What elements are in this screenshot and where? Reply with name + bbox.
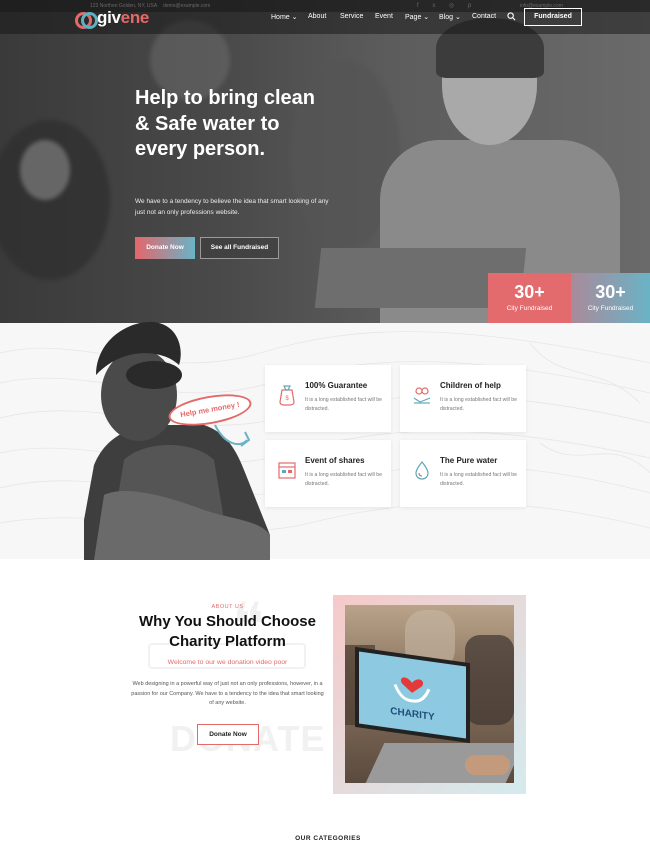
stat-box: 30+ City Fundraised: [488, 273, 571, 323]
about-text: Web designing in a powerful way of just …: [131, 681, 324, 706]
hand: [465, 755, 510, 775]
nav-item-home[interactable]: Home ⌄: [271, 13, 298, 21]
nav-item-service[interactable]: Service: [340, 13, 363, 20]
card-title: The Pure water: [440, 456, 498, 465]
calendar-icon: [278, 462, 296, 479]
heart-hands-icon: [413, 387, 431, 404]
hero-title: Help to bring clean & Safe water to ever…: [135, 87, 316, 160]
about-title: Why You Should Choose Charity Platform: [139, 613, 316, 650]
stat-box: 30+ City Fundraised: [571, 273, 650, 323]
stat-label: City Fundraised: [587, 305, 634, 312]
feature-card[interactable]: $ 100% Guarantee It is a long establishe…: [265, 365, 391, 432]
logo-text: givene: [97, 8, 150, 27]
about-label: ABOUT US: [211, 604, 244, 610]
card-title: Event of shares: [305, 456, 365, 465]
card-title: 100% Guarantee: [305, 381, 368, 390]
nav-item-page[interactable]: Page ⌄: [405, 13, 429, 21]
about-image: CHARITY: [345, 605, 514, 783]
feature-card[interactable]: The Pure water It is a long established …: [400, 440, 526, 507]
card-title: Children of help: [440, 381, 501, 390]
site-logo[interactable]: givene: [75, 8, 150, 29]
water-drop-icon: [415, 461, 429, 480]
feature-card[interactable]: Children of help It is a long establishe…: [400, 365, 526, 432]
curved-arrow-icon: [214, 424, 251, 447]
nav-item-about[interactable]: About: [308, 13, 326, 20]
laptop-screen: CHARITY: [355, 646, 470, 744]
money-bag-icon: $: [279, 385, 295, 406]
stat-label: City Fundraised: [506, 305, 553, 312]
hero-section: 123 Northen Golden, NY, USA demo@example…: [0, 0, 650, 323]
categories-heading: OUR CATEGORIES: [295, 835, 361, 842]
stat-number: 30+: [595, 282, 626, 302]
see-all-fundraised-button[interactable]: See all Fundraised: [200, 237, 279, 259]
about-subtitle: Welcome to our we donation video poor: [167, 659, 288, 666]
heart-hands-icon: [393, 677, 431, 703]
card-description: It is a long established fact will be di…: [305, 472, 382, 487]
card-description: It is a long established fact will be di…: [440, 397, 517, 412]
hero-subtitle: We have to a tendency to believe the ide…: [135, 198, 329, 216]
logo-mark-icon: [75, 9, 98, 29]
about-donate-button[interactable]: Donate Now: [197, 724, 259, 745]
feature-card[interactable]: Event of shares It is a long established…: [265, 440, 391, 507]
main-header: givene Home ⌄ About Service Event Page ⌄…: [0, 0, 650, 34]
donate-now-button[interactable]: Donate Now: [135, 237, 195, 259]
svg-text:$: $: [285, 396, 289, 402]
fundraised-button[interactable]: Fundraised: [524, 8, 582, 26]
card-description: It is a long established fact will be di…: [305, 397, 382, 412]
search-icon[interactable]: [507, 12, 516, 21]
nav-item-blog[interactable]: Blog ⌄: [439, 13, 461, 21]
laptop-screen-text: CHARITY: [390, 705, 435, 724]
stat-number: 30+: [514, 282, 545, 302]
nav-item-event[interactable]: Event: [375, 13, 393, 20]
hero-bg-shape: [20, 140, 70, 200]
card-description: It is a long established fact will be di…: [440, 472, 517, 487]
nav-item-contact[interactable]: Contact: [472, 13, 496, 20]
